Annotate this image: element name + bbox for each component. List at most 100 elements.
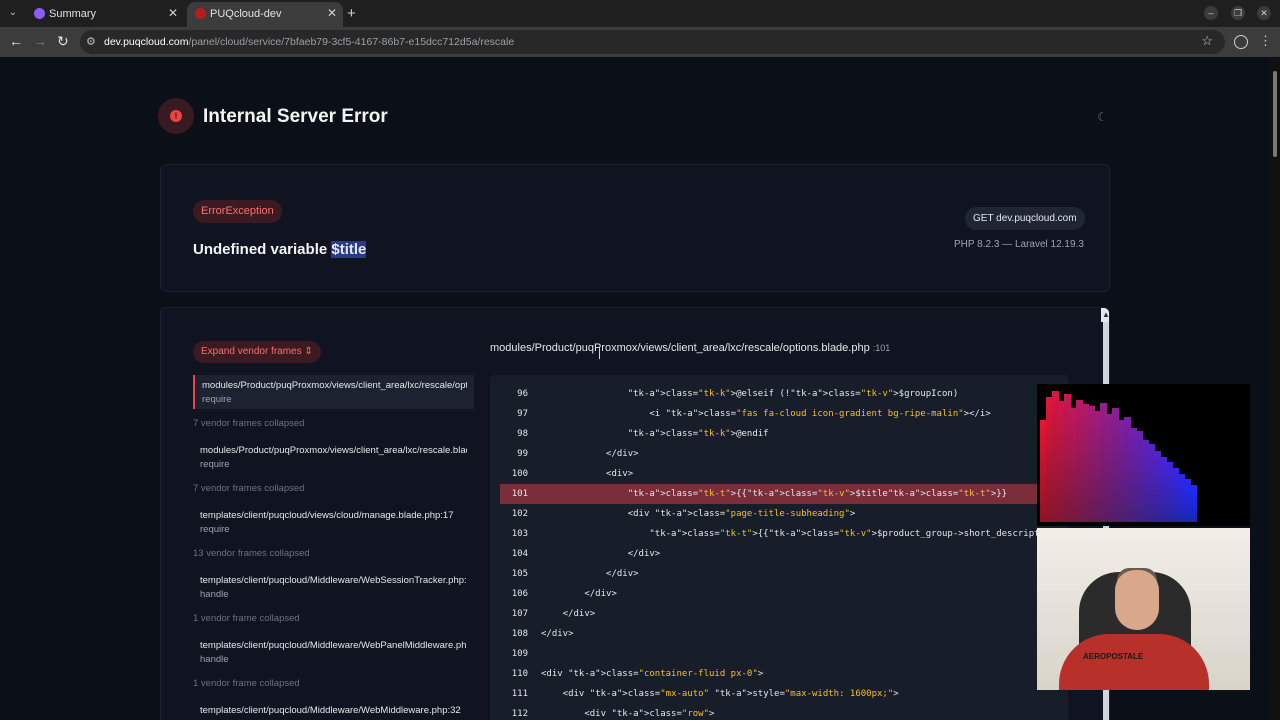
reload-icon[interactable]: ↻ (57, 33, 69, 50)
line-number: 96 (517, 389, 528, 399)
audio-visualizer-overlay (1037, 384, 1250, 526)
code-line: 97 <i "tk-a">class="fas fa-cloud icon-gr… (500, 404, 1068, 424)
frame-path: modules/Product/puqProxmox/views/client_… (202, 380, 467, 391)
line-source: <div "tk-a">class="mx-auto" "tk-a">style… (541, 689, 899, 699)
stack-frame[interactable]: templates/client/puqcloud/Middleware/Web… (193, 570, 474, 604)
line-number: 104 (511, 549, 528, 559)
back-arrow-icon[interactable]: ← (9, 33, 23, 49)
frame-method: require (200, 459, 230, 470)
dark-mode-moon-icon[interactable]: ☾ (1097, 110, 1108, 124)
frame-method: handle (200, 654, 229, 665)
tab-close-icon[interactable]: ✕ (327, 6, 337, 20)
scrollbar-thumb[interactable] (1273, 71, 1277, 157)
frame-path: templates/client/puqcloud/Middleware/Web… (200, 575, 467, 586)
shirt-logo-text: AEROPOSTALE (1083, 652, 1144, 661)
code-line: 110 <div "tk-a">class="container-fluid px… (500, 664, 1068, 684)
collapsed-vendor-frames[interactable]: 1 vendor frame collapsed (193, 669, 474, 700)
webcam-overlay: AEROPOSTALE (1037, 528, 1250, 690)
expand-vendor-frames-button[interactable]: Expand vendor frames ⇕ (193, 341, 321, 363)
scroll-up-arrow-icon[interactable]: ▲ (1101, 308, 1109, 322)
address-bar[interactable]: ⚙ dev.puqcloud.com/panel/cloud/service/7… (80, 30, 1225, 54)
code-line: 96 "tk-a">class="tk-k">@elseif (!"tk-a">… (500, 384, 1068, 404)
line-number: 100 (511, 469, 528, 479)
stack-trace-card: Expand vendor frames ⇕ modules/Product/p… (160, 307, 1110, 720)
webcam-person-body (1059, 634, 1209, 690)
code-line: 101 "tk-a">class="tk-t">{{"tk-a">class="… (500, 484, 1068, 504)
new-tab-plus-icon[interactable]: + (347, 5, 356, 22)
error-badge: ! (158, 98, 194, 134)
line-number: 111 (511, 689, 528, 699)
site-info-icon[interactable]: ⚙ (86, 35, 96, 48)
browser-menu-kebab-icon[interactable]: ⋮ (1259, 33, 1272, 49)
tab-summary[interactable]: Summary ✕ (26, 2, 184, 27)
text-cursor (599, 347, 600, 359)
code-line: 112 <div "tk-a">class="row"> (500, 704, 1068, 720)
window-scrollbar[interactable] (1270, 57, 1280, 720)
frame-path: templates/client/puqcloud/Middleware/Web… (200, 640, 467, 651)
source-file-path: modules/Product/puqProxmox/views/client_… (490, 342, 891, 354)
line-source: <div "tk-a">class="container-fluid px-0"… (541, 669, 764, 679)
url-text[interactable]: dev.puqcloud.com/panel/cloud/service/7bf… (104, 36, 514, 48)
code-line: 108 </div> (500, 624, 1068, 644)
frame-path: templates/client/puqcloud/Middleware/Web… (200, 705, 461, 716)
selected-text: $title (331, 241, 367, 258)
line-number: 105 (511, 569, 528, 579)
code-line: 109 (500, 644, 1068, 664)
profile-avatar-icon[interactable] (1234, 35, 1248, 49)
collapsed-vendor-frames[interactable]: 7 vendor frames collapsed (193, 474, 474, 505)
minimize-window-icon[interactable]: – (1204, 6, 1218, 20)
collapsed-vendor-frames[interactable]: 13 vendor frames collapsed (193, 539, 474, 570)
line-number: 108 (511, 629, 528, 639)
chevron-up-down-icon: ⇕ (304, 346, 313, 357)
browser-toolbar: ← → ↻ ⚙ dev.puqcloud.com/panel/cloud/ser… (0, 27, 1280, 57)
tab-bar: ⌄ Summary ✕ PUQcloud-dev ✕ + – ❐ ✕ (0, 0, 1280, 27)
stack-frame[interactable]: templates/client/puqcloud/views/cloud/ma… (193, 505, 474, 539)
code-line: 107 </div> (500, 604, 1068, 624)
frame-path: templates/client/puqcloud/views/cloud/ma… (200, 510, 454, 521)
line-source: <div "tk-a">class="row"> (541, 709, 715, 719)
line-source: <i "tk-a">class="fas fa-cloud icon-gradi… (541, 409, 991, 419)
source-code-viewer[interactable]: 96 "tk-a">class="tk-k">@elseif (!"tk-a">… (490, 375, 1068, 720)
close-window-icon[interactable]: ✕ (1257, 6, 1271, 20)
line-number: 97 (517, 409, 528, 419)
line-source: </div> (541, 549, 661, 559)
frame-method: handle (200, 589, 229, 600)
stack-frame[interactable]: modules/Product/puqProxmox/views/client_… (193, 375, 474, 409)
code-line: 104 </div> (500, 544, 1068, 564)
bookmark-star-icon[interactable]: ☆ (1201, 33, 1213, 49)
exception-message: Undefined variable $title (193, 241, 367, 258)
line-source: "tk-a">class="tk-t">{{"tk-a">class="tk-v… (649, 529, 1068, 539)
tab-favicon-icon (34, 8, 45, 19)
collapsed-vendor-frames[interactable]: 1 vendor frame collapsed (193, 604, 474, 635)
code-line: 100 <div> (500, 464, 1068, 484)
line-source: </div> (541, 609, 596, 619)
page-title: Internal Server Error (203, 106, 388, 127)
forward-arrow-icon[interactable]: → (33, 33, 47, 49)
restore-window-icon[interactable]: ❐ (1231, 6, 1245, 20)
line-number: 102 (511, 509, 528, 519)
line-source: </div> (541, 589, 617, 599)
stack-frame[interactable]: templates/client/puqcloud/Middleware/Web… (193, 635, 474, 669)
line-number: 107 (511, 609, 528, 619)
tab-search-chevron-icon[interactable]: ⌄ (6, 6, 20, 20)
line-source: "tk-a">class="tk-k">@elseif (!"tk-a">cla… (627, 389, 959, 399)
code-line: 102 <div "tk-a">class="page-title-subhea… (500, 504, 1068, 524)
code-line: 105 </div> (500, 564, 1068, 584)
tab-puqcloud-dev[interactable]: PUQcloud-dev ✕ (187, 2, 343, 27)
stack-frame[interactable]: modules/Product/puqProxmox/views/client_… (193, 440, 474, 474)
stack-frame[interactable]: templates/client/puqcloud/Middleware/Web… (193, 700, 474, 720)
collapsed-vendor-frames[interactable]: 7 vendor frames collapsed (193, 409, 474, 440)
line-number: 103 (511, 529, 528, 539)
exception-summary-card: ErrorException Undefined variable $title… (160, 164, 1110, 292)
code-line: 99 </div> (500, 444, 1068, 464)
line-number: 109 (511, 649, 528, 659)
frame-method: require (202, 394, 232, 405)
line-number: 98 (517, 429, 528, 439)
exception-type-badge: ErrorException (193, 200, 282, 223)
code-line: 111 <div "tk-a">class="mx-auto" "tk-a">s… (500, 684, 1068, 704)
tab-favicon-icon (195, 8, 206, 19)
stack-frame-list: modules/Product/puqProxmox/views/client_… (193, 375, 474, 720)
tab-close-icon[interactable]: ✕ (168, 6, 178, 20)
line-source: <div "tk-a">class="page-title-subheading… (541, 509, 856, 519)
webcam-person-head (1115, 570, 1159, 630)
